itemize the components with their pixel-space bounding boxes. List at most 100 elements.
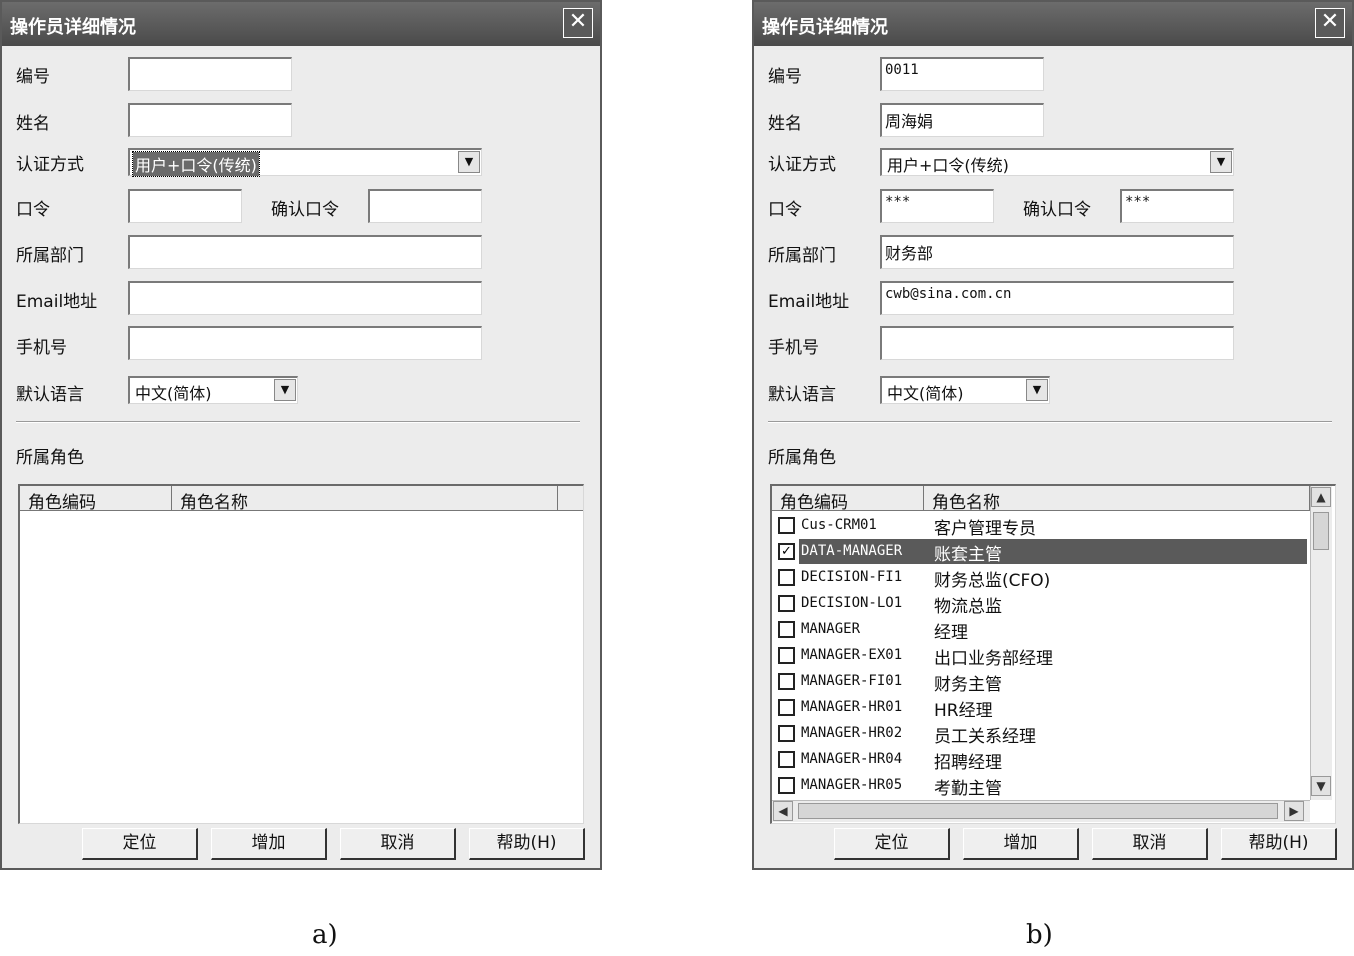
id-field[interactable] xyxy=(128,57,292,91)
dropdown-arrow-icon[interactable]: ▼ xyxy=(1026,379,1048,401)
table-row[interactable]: MANAGER-FI01 财务主管 xyxy=(775,669,1307,695)
figure-caption-a: a) xyxy=(312,920,338,950)
checkbox-icon[interactable] xyxy=(778,517,795,534)
email-label: Email地址 xyxy=(16,292,98,312)
roles-label: 所属角色 xyxy=(768,448,836,468)
close-button[interactable]: ✕ xyxy=(563,8,593,38)
table-row[interactable]: MANAGER 经理 xyxy=(775,617,1307,643)
column-header-role-name[interactable]: 角色名称 xyxy=(924,486,1310,513)
checkbox-icon[interactable] xyxy=(778,673,795,690)
mobile-label: 手机号 xyxy=(768,338,819,358)
confirm-password-field[interactable]: *** xyxy=(1120,189,1234,223)
table-row[interactable]: DECISION-FI1 财务总监(CFO) xyxy=(775,565,1307,591)
checkbox-icon[interactable] xyxy=(778,725,795,742)
scroll-down-icon[interactable]: ▼ xyxy=(1311,776,1331,796)
roles-list[interactable]: 角色编码 角色名称 xyxy=(18,484,584,824)
password-field[interactable] xyxy=(128,189,242,223)
column-header-role-name[interactable]: 角色名称 xyxy=(172,486,558,513)
checkbox-checked-icon[interactable]: ✓ xyxy=(778,543,795,560)
checkbox-icon[interactable] xyxy=(778,621,795,638)
scroll-right-icon[interactable]: ▶ xyxy=(1284,801,1304,821)
close-icon: ✕ xyxy=(1320,9,1340,34)
title-bar[interactable]: 操作员详细情况 ✕ xyxy=(754,2,1352,46)
table-row[interactable]: MANAGER-HR04 招聘经理 xyxy=(775,747,1307,773)
checkbox-icon[interactable] xyxy=(778,569,795,586)
auth-method-label: 认证方式 xyxy=(768,155,836,175)
horizontal-scrollbar[interactable]: ◀ ▶ xyxy=(772,800,1310,822)
email-field[interactable] xyxy=(128,281,482,315)
dropdown-arrow-icon[interactable]: ▼ xyxy=(274,379,296,401)
role-code-cell: MANAGER-HR01 xyxy=(801,699,903,715)
scroll-left-icon[interactable]: ◀ xyxy=(773,801,793,821)
language-select[interactable]: 中文(简体) ▼ xyxy=(128,376,298,404)
role-code-cell: DECISION-FI1 xyxy=(801,569,903,585)
table-row[interactable]: MANAGER-HR01 HR经理 xyxy=(775,695,1307,721)
department-field[interactable]: 财务部 xyxy=(880,235,1234,269)
confirm-password-label: 确认口令 xyxy=(271,200,339,220)
department-field[interactable] xyxy=(128,235,482,269)
role-name-cell: 考勤主管 xyxy=(934,779,1002,799)
dropdown-arrow-icon[interactable]: ▼ xyxy=(1210,151,1232,173)
table-row[interactable]: MANAGER-EX01 出口业务部经理 xyxy=(775,643,1307,669)
checkbox-icon[interactable] xyxy=(778,647,795,664)
mobile-field[interactable] xyxy=(128,326,482,360)
checkbox-icon[interactable] xyxy=(778,699,795,716)
role-code-cell: DECISION-LO1 xyxy=(801,595,903,611)
title-bar[interactable]: 操作员详细情况 ✕ xyxy=(2,2,600,46)
role-code-cell: MANAGER-HR05 xyxy=(801,777,903,793)
dialog-title: 操作员详细情况 xyxy=(10,17,136,38)
table-row[interactable]: Cus-CRM01 客户管理专员 xyxy=(775,513,1307,539)
column-header-role-code[interactable]: 角色编码 xyxy=(20,486,172,513)
id-field[interactable]: 0011 xyxy=(880,57,1044,91)
column-header-filler xyxy=(558,486,583,511)
help-button[interactable]: 帮助(H) xyxy=(469,828,585,860)
password-field[interactable]: *** xyxy=(880,189,994,223)
help-button[interactable]: 帮助(H) xyxy=(1221,828,1337,860)
cancel-button[interactable]: 取消 xyxy=(1092,828,1208,860)
id-label: 编号 xyxy=(16,67,50,87)
auth-method-value: 用户+口令(传统) xyxy=(887,156,1009,175)
checkbox-icon[interactable] xyxy=(778,595,795,612)
dropdown-arrow-icon[interactable]: ▼ xyxy=(458,151,480,173)
auth-method-select[interactable]: 用户+口令(传统) ▼ xyxy=(880,148,1234,176)
cancel-button[interactable]: 取消 xyxy=(340,828,456,860)
auth-method-select[interactable]: 用户+口令(传统) ▼ xyxy=(128,148,482,177)
horizontal-scroll-thumb[interactable] xyxy=(798,803,1278,819)
name-field[interactable]: 周海娟 xyxy=(880,103,1044,137)
email-field[interactable]: cwb@sina.com.cn xyxy=(880,281,1234,315)
id-label: 编号 xyxy=(768,67,802,87)
auth-method-label: 认证方式 xyxy=(16,155,84,175)
figure-caption-b: b) xyxy=(1026,920,1053,950)
role-code-cell: MANAGER-FI01 xyxy=(801,673,903,689)
locate-button[interactable]: 定位 xyxy=(834,828,950,860)
table-row[interactable]: ✓ DATA-MANAGER 账套主管 xyxy=(775,539,1307,565)
password-label: 口令 xyxy=(768,200,802,220)
confirm-password-field[interactable] xyxy=(368,189,482,223)
checkbox-icon[interactable] xyxy=(778,777,795,794)
department-label: 所属部门 xyxy=(768,246,836,266)
role-code-cell: MANAGER-HR02 xyxy=(801,725,903,741)
language-select[interactable]: 中文(简体) ▼ xyxy=(880,376,1050,404)
roles-label: 所属角色 xyxy=(16,448,84,468)
roles-list[interactable]: 角色编码 角色名称 Cus-CRM01 客户管理专员 ✓ DATA-MANAGER 账套… xyxy=(770,484,1336,824)
mobile-field[interactable] xyxy=(880,326,1234,360)
locate-button[interactable]: 定位 xyxy=(82,828,198,860)
name-field[interactable] xyxy=(128,103,292,137)
table-row[interactable]: MANAGER-HR05 考勤主管 xyxy=(775,773,1307,799)
add-button[interactable]: 增加 xyxy=(963,828,1079,860)
table-row[interactable]: MANAGER-HR02 员工关系经理 xyxy=(775,721,1307,747)
role-name-cell: 客户管理专员 xyxy=(934,519,1036,539)
table-row[interactable]: DECISION-LO1 物流总监 xyxy=(775,591,1307,617)
scroll-up-icon[interactable]: ▲ xyxy=(1311,487,1331,507)
checkbox-icon[interactable] xyxy=(778,751,795,768)
role-code-cell: MANAGER xyxy=(801,621,861,637)
name-label: 姓名 xyxy=(768,114,802,134)
vertical-scroll-thumb[interactable] xyxy=(1313,512,1329,550)
column-header-role-code[interactable]: 角色编码 xyxy=(772,486,924,513)
role-name-cell: 财务主管 xyxy=(934,675,1002,695)
operator-dialog-a: 操作员详细情况 ✕ 编号 姓名 认证方式 用户+口令(传统) ▼ 口令 确认口令… xyxy=(0,0,602,870)
vertical-scrollbar[interactable]: ▲ ▼ xyxy=(1310,486,1332,800)
language-label: 默认语言 xyxy=(16,385,84,405)
close-button[interactable]: ✕ xyxy=(1315,8,1345,38)
add-button[interactable]: 增加 xyxy=(211,828,327,860)
